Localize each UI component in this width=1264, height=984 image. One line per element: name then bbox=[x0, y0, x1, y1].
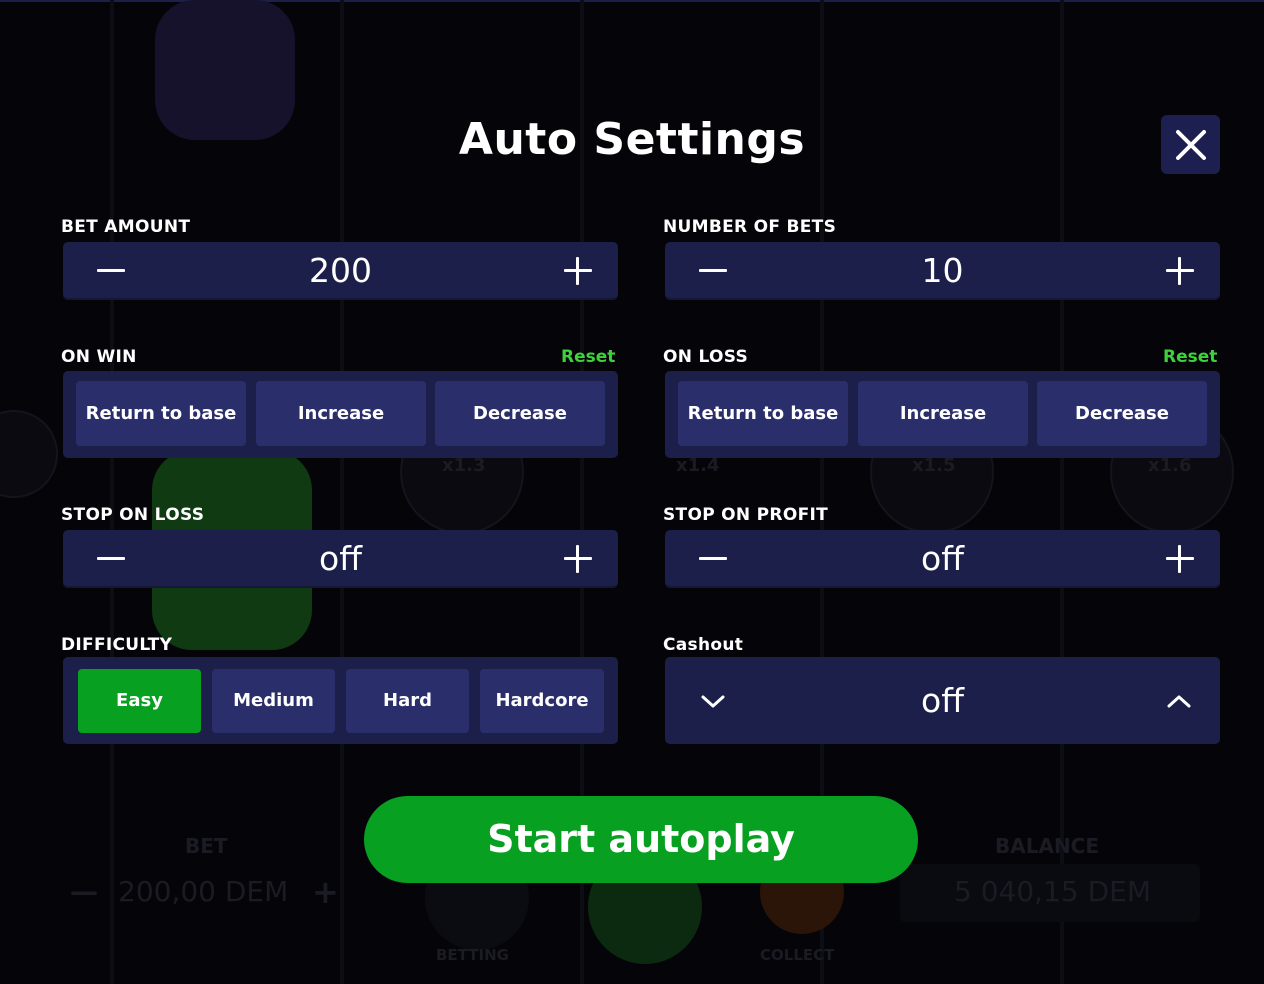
on-win-decrease-button[interactable]: Decrease bbox=[435, 381, 605, 446]
multiplier-label: x1.5 bbox=[912, 455, 956, 476]
close-icon bbox=[1176, 130, 1206, 160]
chevron-up-icon[interactable] bbox=[1164, 686, 1194, 716]
difficulty-label: DIFFICULTY bbox=[61, 635, 173, 655]
on-win-options: Return to base Increase Decrease bbox=[63, 371, 618, 458]
stop-on-profit-stepper: off bbox=[665, 530, 1220, 588]
stop-on-profit-label: STOP ON PROFIT bbox=[663, 505, 829, 525]
number-of-bets-minus-button[interactable] bbox=[685, 242, 741, 300]
modal-title: Auto Settings bbox=[458, 114, 806, 165]
on-loss-label: ON LOSS bbox=[663, 347, 749, 367]
on-loss-decrease-button[interactable]: Decrease bbox=[1037, 381, 1207, 446]
collect-label: COLLECT bbox=[760, 946, 835, 964]
bet-value: 200,00 DEM bbox=[118, 875, 289, 908]
number-of-bets-stepper: 10 bbox=[665, 242, 1220, 300]
multiplier-label: x1.3 bbox=[442, 455, 486, 476]
bet-amount-value[interactable]: 200 bbox=[143, 242, 538, 300]
balance-value: 5 040,15 DEM bbox=[954, 875, 1151, 908]
on-win-label: ON WIN bbox=[61, 347, 137, 367]
on-loss-options: Return to base Increase Decrease bbox=[665, 371, 1220, 458]
betting-label: BETTING bbox=[436, 946, 509, 964]
stop-on-loss-label: STOP ON LOSS bbox=[61, 505, 205, 525]
chevron-down-icon[interactable] bbox=[698, 686, 728, 716]
bet-plus-icon: + bbox=[312, 873, 339, 911]
difficulty-hard-button[interactable]: Hard bbox=[346, 669, 469, 733]
stop-on-loss-plus-button[interactable] bbox=[550, 530, 606, 588]
stop-on-loss-value[interactable]: off bbox=[143, 530, 538, 588]
difficulty-hardcore-button[interactable]: Hardcore bbox=[480, 669, 604, 733]
stop-on-loss-stepper: off bbox=[63, 530, 618, 588]
cashout-value[interactable]: off bbox=[745, 657, 1140, 744]
stop-on-profit-value[interactable]: off bbox=[745, 530, 1140, 588]
bet-amount-plus-button[interactable] bbox=[550, 242, 606, 300]
multiplier-label: x1.6 bbox=[1148, 455, 1192, 476]
cashout-selector: off bbox=[665, 657, 1220, 744]
balance-label: BALANCE bbox=[995, 834, 1100, 858]
difficulty-easy-button[interactable]: Easy bbox=[78, 669, 201, 733]
bet-amount-stepper: 200 bbox=[63, 242, 618, 300]
bet-label: BET bbox=[185, 834, 228, 858]
bet-amount-label: BET AMOUNT bbox=[61, 217, 191, 237]
difficulty-options: Easy Medium Hard Hardcore bbox=[63, 657, 618, 744]
on-win-reset-link[interactable]: Reset bbox=[561, 347, 615, 367]
bet-minus-icon: — bbox=[70, 875, 98, 908]
cashout-label: Cashout bbox=[663, 635, 744, 655]
start-autoplay-button[interactable]: Start autoplay bbox=[364, 796, 918, 883]
background-coin bbox=[0, 410, 58, 498]
stop-on-profit-plus-button[interactable] bbox=[1152, 530, 1208, 588]
on-win-increase-button[interactable]: Increase bbox=[256, 381, 426, 446]
stop-on-profit-minus-button[interactable] bbox=[685, 530, 741, 588]
on-win-return-to-base-button[interactable]: Return to base bbox=[76, 381, 246, 446]
multiplier-label: x1.4 bbox=[676, 455, 720, 476]
on-loss-return-to-base-button[interactable]: Return to base bbox=[678, 381, 848, 446]
number-of-bets-value[interactable]: 10 bbox=[745, 242, 1140, 300]
difficulty-medium-button[interactable]: Medium bbox=[212, 669, 335, 733]
on-loss-increase-button[interactable]: Increase bbox=[858, 381, 1028, 446]
close-button[interactable] bbox=[1161, 115, 1220, 174]
number-of-bets-plus-button[interactable] bbox=[1152, 242, 1208, 300]
bet-amount-minus-button[interactable] bbox=[83, 242, 139, 300]
stop-on-loss-minus-button[interactable] bbox=[83, 530, 139, 588]
on-loss-reset-link[interactable]: Reset bbox=[1163, 347, 1217, 367]
number-of-bets-label: NUMBER OF BETS bbox=[663, 217, 837, 237]
